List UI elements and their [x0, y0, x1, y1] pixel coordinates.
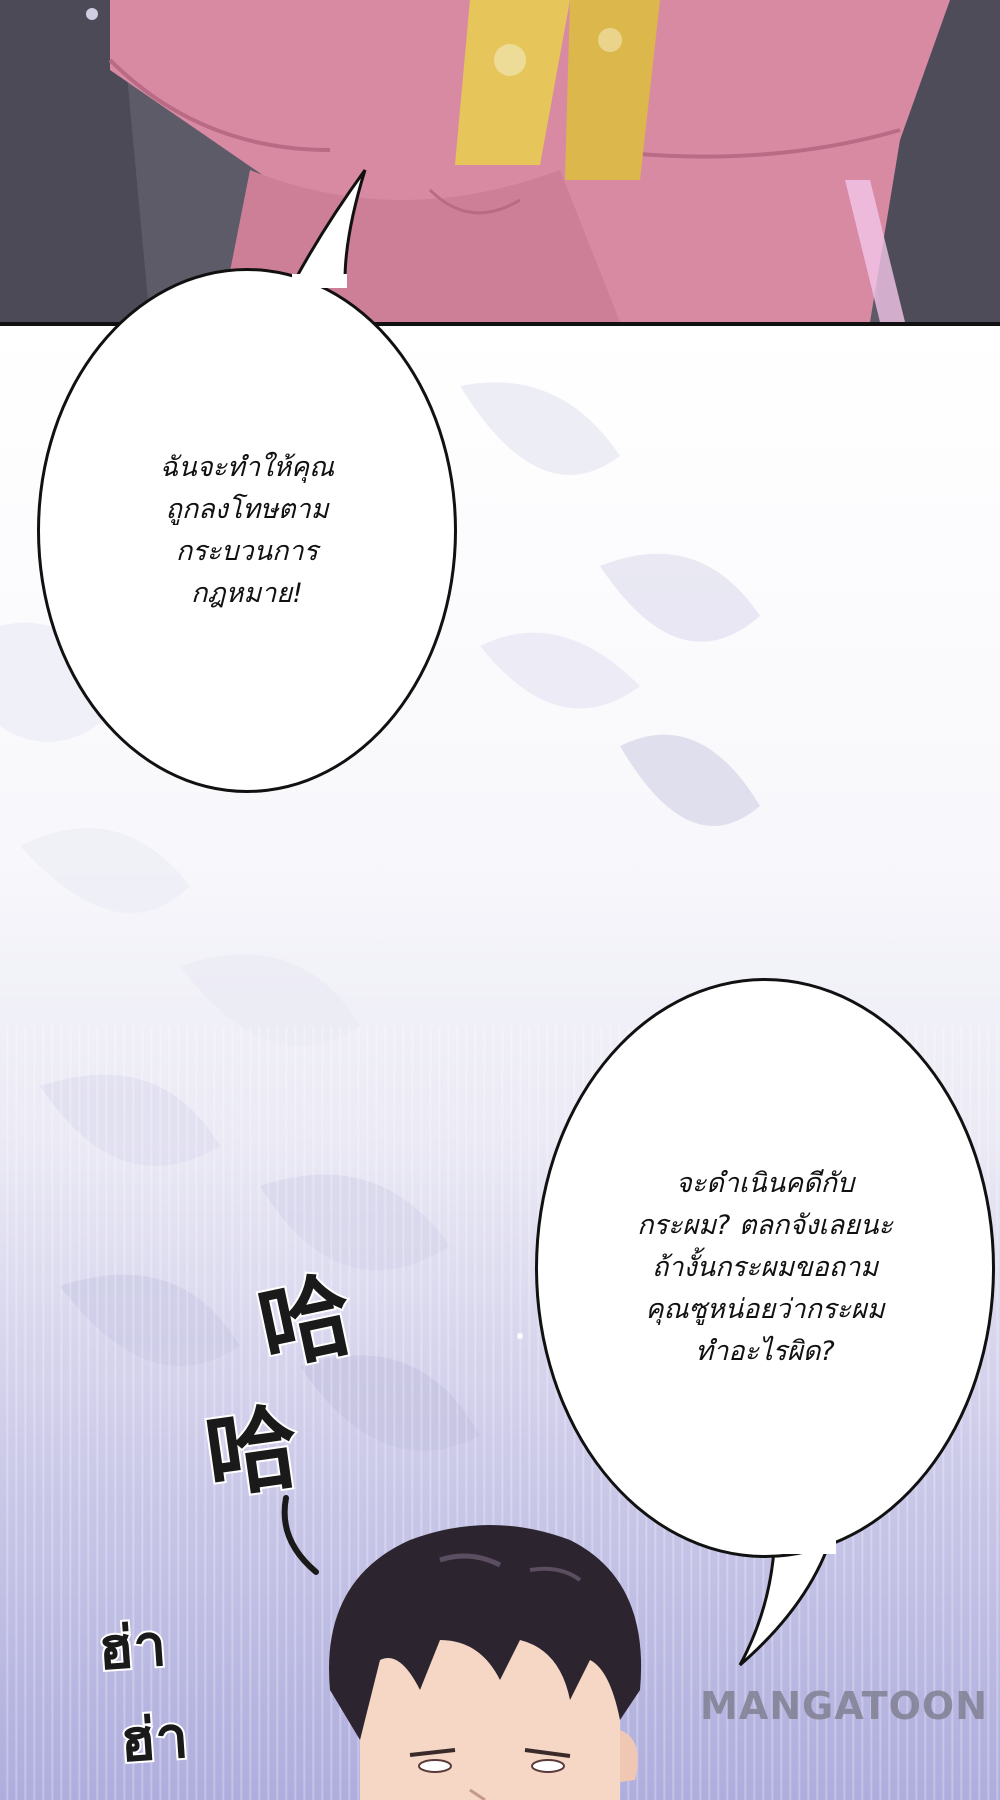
bubble-1-text: ฉันจะทำให้คุณ ถูกลงโทษตาม กระบวนการ กฎหม… — [159, 451, 335, 609]
bubble-2-tail-join — [772, 1540, 836, 1554]
sfx-ha-thai-1: ฮ่า — [94, 1609, 171, 1686]
robe-illustration — [0, 0, 1000, 322]
sfx-ha-thai-2: ฮ่า — [116, 1701, 193, 1778]
comic-page: ฉันจะทำให้คุณ ถูกลงโทษตาม กระบวนการ กฎหม… — [0, 0, 1000, 1800]
speech-bubble-1: ฉันจะทำให้คุณ ถูกลงโทษตาม กระบวนการ กฎหม… — [37, 268, 457, 793]
bubble-2-text: จะดำเนินคดีกับ กระผม? ตลกจังเลยนะ ถ้างั้… — [637, 1168, 893, 1367]
bubble-1-tail-join — [292, 274, 347, 288]
speech-bubble-2: จะดำเนินคดีกับ กระผม? ตลกจังเลยนะ ถ้างั้… — [535, 978, 995, 1558]
watermark-logo: MANGATOON — [700, 1684, 989, 1728]
top-panel — [0, 0, 1000, 322]
bubble-1-tail — [292, 169, 367, 282]
character-head — [329, 1525, 642, 1800]
sfx-dash — [281, 1495, 319, 1575]
